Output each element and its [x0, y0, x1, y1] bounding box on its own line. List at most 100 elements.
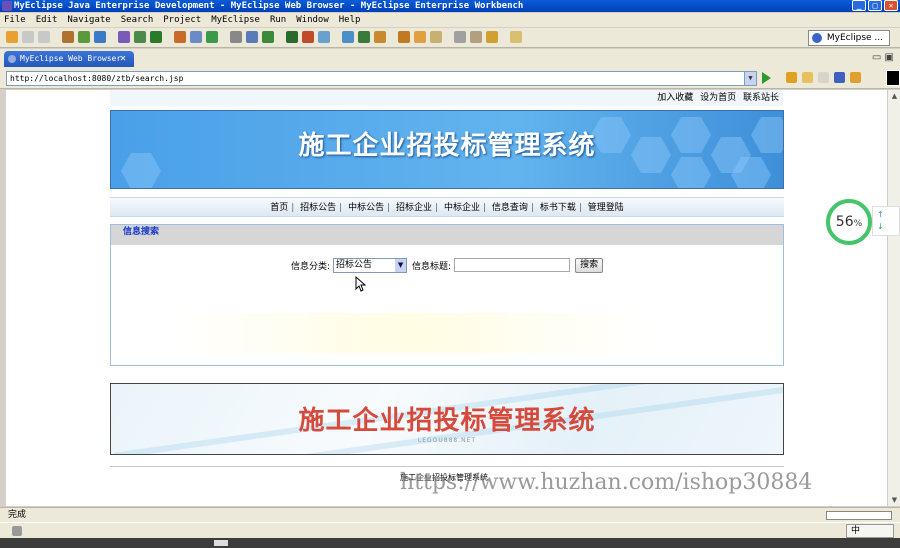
tab-web-browser[interactable]: MyEclipse Web Browser ✕: [4, 51, 134, 67]
toolbar-icon[interactable]: [62, 31, 74, 43]
footer-banner-subtitle: LEGOU888.NET: [417, 437, 477, 444]
toolbar-icon[interactable]: [6, 31, 18, 43]
zoom-controls: ↑ ↓: [872, 206, 900, 236]
nav-admin-login[interactable]: 管理登陆: [588, 203, 624, 213]
search-button[interactable]: 搜索: [575, 257, 604, 273]
footer-divider: [110, 466, 784, 467]
nav-award-notice[interactable]: 中标公告: [348, 203, 384, 213]
banner-title: 施工企业招投标管理系统: [298, 131, 596, 161]
toolbar-icon[interactable]: [510, 31, 522, 43]
title-input[interactable]: [454, 258, 571, 272]
toolbar-icon[interactable]: [374, 31, 386, 43]
toolbar-icon[interactable]: [262, 31, 274, 43]
favorites-icon[interactable]: [786, 72, 797, 83]
ime-indicator[interactable]: 中: [846, 524, 894, 538]
maximize-button[interactable]: □: [868, 0, 882, 11]
menu-help[interactable]: Help: [339, 13, 361, 27]
category-select[interactable]: 招标公告 ▼: [333, 257, 408, 273]
watermark-text: https://www.huzhan.com/ishop30884: [400, 470, 813, 495]
toolbar-icon[interactable]: [302, 31, 314, 43]
minimize-button[interactable]: _: [852, 0, 866, 11]
toolbar-icon[interactable]: [358, 31, 370, 43]
progress-bar: [826, 511, 892, 520]
site-nav: 首页 | 招标公告 | 中标公告 | 招标企业 | 中标企业 | 信息查询 | 标书下载 | …: [110, 197, 784, 217]
toolbar-icon[interactable]: [174, 31, 186, 43]
window-title: MyEclipse Java Enterprise Development - …: [14, 1, 524, 11]
menu-edit[interactable]: Edit: [36, 13, 58, 27]
view-minimize-maximize-icon[interactable]: ▭ ▣: [872, 52, 894, 63]
zoom-up-icon[interactable]: ↑: [877, 210, 884, 219]
zoom-down-icon[interactable]: ↓: [877, 222, 884, 231]
refresh-icon[interactable]: [850, 72, 861, 83]
toolbar-icon[interactable]: [454, 31, 466, 43]
overlay-box: [886, 70, 900, 86]
toolbar-icons: [6, 31, 522, 43]
bottom-bar: 中: [0, 522, 900, 538]
main-toolbar: MyEclipse ...: [0, 28, 900, 48]
menu-file[interactable]: File: [4, 13, 26, 27]
nav-tendering-companies[interactable]: 招标企业: [396, 203, 432, 213]
set-homepage-link[interactable]: 设为首页: [700, 93, 736, 103]
toolbar-icon[interactable]: [150, 31, 162, 43]
nav-info-query[interactable]: 信息查询: [492, 203, 528, 213]
toolbar-icon[interactable]: [342, 31, 354, 43]
toolbar-icon[interactable]: [94, 31, 106, 43]
toolbar-icon[interactable]: [118, 31, 130, 43]
toolbar-icon[interactable]: [398, 31, 410, 43]
tab-label: MyEclipse Web Browser: [20, 54, 122, 63]
ime-label: 中: [851, 526, 861, 536]
url-input[interactable]: http://localhost:8080/ztb/search.jsp ▼: [6, 71, 757, 86]
toolbar-icon[interactable]: [430, 31, 442, 43]
toolbar-icon[interactable]: [206, 31, 218, 43]
stop-icon[interactable]: [834, 72, 845, 83]
category-label: 信息分类:: [291, 261, 331, 272]
panel-title: 信息搜索: [111, 225, 783, 245]
nav-winning-companies[interactable]: 中标企业: [444, 203, 480, 213]
menu-run[interactable]: Run: [270, 13, 286, 27]
forward-icon[interactable]: [818, 72, 829, 83]
menu-project[interactable]: Project: [163, 13, 201, 27]
window-title-bar: MyEclipse Java Enterprise Development - …: [0, 0, 900, 12]
add-favorite-link[interactable]: 加入收藏: [657, 93, 693, 103]
toolbar-icon[interactable]: [318, 31, 330, 43]
nav-home[interactable]: 首页: [270, 203, 288, 213]
menu-myeclipse[interactable]: MyEclipse: [211, 13, 260, 27]
toolbar-icon[interactable]: [38, 31, 50, 43]
taskbar-item[interactable]: [214, 540, 228, 546]
url-text: http://localhost:8080/ztb/search.jsp: [10, 74, 184, 83]
menu-search[interactable]: Search: [121, 13, 154, 27]
zoom-indicator[interactable]: 56%: [826, 199, 872, 245]
tab-close-icon[interactable]: ✕: [120, 51, 126, 67]
menu-navigate[interactable]: Navigate: [67, 13, 110, 27]
footer-banner-title: 施工企业招投标管理系统: [298, 406, 596, 436]
zoom-value: 56: [835, 214, 854, 230]
toolbar-icon[interactable]: [414, 31, 426, 43]
toolbar-icon[interactable]: [286, 31, 298, 43]
scroll-down-icon[interactable]: ▼: [890, 496, 899, 504]
menu-window[interactable]: Window: [296, 13, 329, 27]
go-icon[interactable]: [762, 72, 771, 84]
menu-bar: File Edit Navigate Search Project MyEcli…: [0, 13, 900, 27]
url-dropdown-icon[interactable]: ▼: [744, 72, 756, 85]
toolbar-icon[interactable]: [470, 31, 482, 43]
header-banner: 施工企业招投标管理系统: [110, 110, 784, 189]
toolbar-icon[interactable]: [78, 31, 90, 43]
toolbar-icon[interactable]: [486, 31, 498, 43]
toolbar-icon[interactable]: [190, 31, 202, 43]
myeclipse-app-icon: [2, 1, 12, 11]
vertical-scrollbar[interactable]: ▲ ▼: [887, 90, 900, 506]
perspective-switcher[interactable]: MyEclipse ...: [807, 30, 890, 46]
toolbar-icon[interactable]: [246, 31, 258, 43]
back-icon[interactable]: [802, 72, 813, 83]
toolbar-icon[interactable]: [22, 31, 34, 43]
nav-tender-notice[interactable]: 招标公告: [300, 203, 336, 213]
zoom-unit: %: [853, 219, 863, 229]
toolbar-icon[interactable]: [230, 31, 242, 43]
nav-document-download[interactable]: 标书下载: [540, 203, 576, 213]
scroll-up-icon[interactable]: ▲: [890, 92, 899, 100]
close-window-button[interactable]: ✕: [884, 0, 898, 11]
contact-admin-link[interactable]: 联系站长: [743, 93, 779, 103]
toolbar-icon[interactable]: [134, 31, 146, 43]
fast-view-icon[interactable]: [12, 526, 22, 536]
title-label: 信息标题:: [412, 261, 452, 272]
